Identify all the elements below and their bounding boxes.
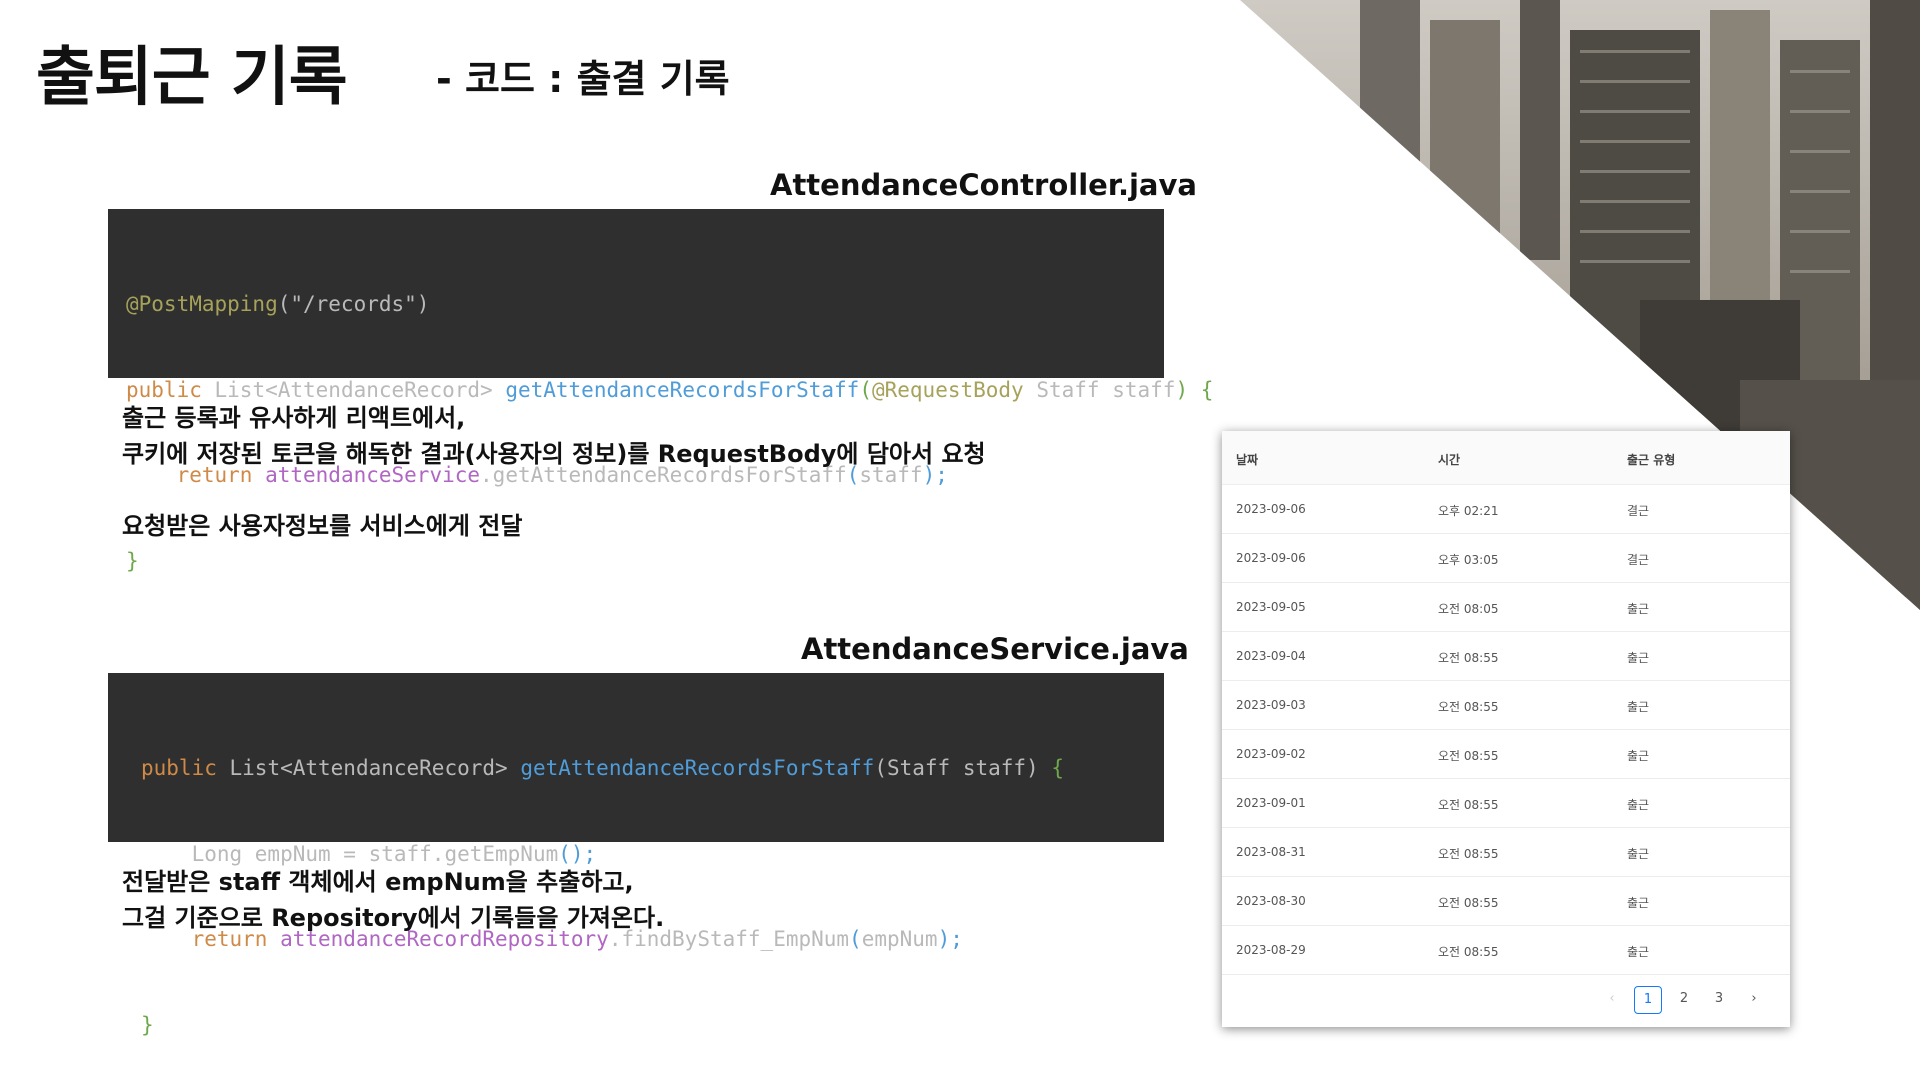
code-text: Long empNum = staff.getEmpNum: [191, 841, 559, 866]
table-row[interactable]: 2023-08-29 오전 08:55 출근: [1222, 925, 1790, 975]
desc-line: 그걸 기준으로 Repository에서 기록들을 가져온다.: [122, 904, 665, 932]
cell-type: 출근: [1627, 651, 1650, 665]
cell-type: 출근: [1627, 847, 1650, 861]
cell-date: 2023-09-06: [1236, 551, 1306, 565]
code-punctuation: (: [849, 927, 862, 951]
controller-filename: AttendanceController.java: [770, 168, 1197, 202]
cell-type: 출근: [1627, 602, 1650, 616]
code-param: Staff staff: [1036, 377, 1176, 402]
desc-line: 출근 등록과 유사하게 리액트에서,: [122, 404, 466, 432]
slide-subtitle: - 코드 : 출결 기록: [436, 57, 730, 101]
cell-time: 오전 08:55: [1438, 798, 1499, 812]
cell-date: 2023-08-30: [1236, 894, 1306, 908]
table-row[interactable]: 2023-09-03 오전 08:55 출근: [1222, 680, 1790, 730]
code-annotation: @RequestBody: [871, 377, 1037, 402]
pagination-page-2[interactable]: 2: [1670, 986, 1698, 1014]
code-arg: empNum: [861, 927, 938, 951]
cell-type: 결근: [1627, 504, 1650, 518]
header-date[interactable]: 날짜: [1236, 451, 1258, 468]
code-brace: }: [141, 1012, 154, 1037]
table-row[interactable]: 2023-08-31 오전 08:55 출근: [1222, 827, 1790, 877]
service-description: 전달받은 staff 객체에서 empNum을 추출하고, 그걸 기준으로 Re…: [122, 864, 664, 936]
table-row[interactable]: 2023-09-01 오전 08:55 출근: [1222, 778, 1790, 828]
cell-time: 오전 08:55: [1438, 651, 1499, 665]
cell-time: 오후 03:05: [1438, 553, 1499, 567]
cell-type: 출근: [1627, 945, 1650, 959]
code-brace: {: [1051, 756, 1064, 780]
code-method: getAttendanceRecordsForStaff: [520, 756, 875, 780]
header-type[interactable]: 출근 유형: [1627, 451, 1675, 468]
cell-time: 오전 08:05: [1438, 602, 1499, 616]
cell-time: 오전 08:55: [1438, 896, 1499, 910]
service-filename: AttendanceService.java: [801, 632, 1189, 666]
header-time[interactable]: 시간: [1438, 451, 1460, 468]
desc-line: [122, 472, 986, 508]
cell-type: 출근: [1627, 798, 1650, 812]
code-type: List<AttendanceRecord>: [229, 756, 521, 780]
code-annotation: @PostMapping: [126, 292, 278, 316]
pagination-page-1[interactable]: 1: [1634, 986, 1662, 1014]
pagination-next-icon[interactable]: ›: [1740, 986, 1768, 1014]
table-header: 날짜 시간 출근 유형: [1222, 431, 1790, 485]
cell-type: 출근: [1627, 700, 1650, 714]
code-punctuation: ): [1175, 377, 1201, 402]
cell-type: 출근: [1627, 749, 1650, 763]
cell-date: 2023-08-31: [1236, 845, 1306, 859]
cell-type: 결근: [1627, 553, 1650, 567]
code-brace: {: [1200, 377, 1214, 402]
cell-date: 2023-09-06: [1236, 502, 1306, 516]
table-row[interactable]: 2023-09-06 오후 02:21 결근: [1222, 484, 1790, 534]
cell-time: 오후 02:21: [1438, 504, 1499, 518]
code-keyword: public: [126, 377, 215, 402]
code-punctuation: (: [859, 377, 872, 402]
table-row[interactable]: 2023-09-02 오전 08:55 출근: [1222, 729, 1790, 779]
cell-date: 2023-09-04: [1236, 649, 1306, 663]
code-method: getAttendanceRecordsForStaff: [505, 377, 860, 402]
code-line-1: @PostMapping("/records"): [126, 290, 1164, 319]
attendance-table-panel: 날짜 시간 출근 유형 2023-09-06 오후 02:21 결근 2023-…: [1222, 431, 1790, 1027]
desc-line: 요청받은 사용자정보를 서비스에게 전달: [122, 512, 523, 540]
cell-time: 오전 08:55: [1438, 700, 1499, 714]
table-row[interactable]: 2023-09-05 오전 08:05 출근: [1222, 582, 1790, 632]
cell-time: 오전 08:55: [1438, 749, 1499, 763]
code-params: (Staff staff): [874, 756, 1052, 780]
code-punctuation: );: [937, 927, 963, 951]
code-text: ("/records"): [277, 292, 430, 316]
desc-line: 전달받은 staff 객체에서 empNum을 추출하고,: [122, 868, 634, 896]
code-type: List<AttendanceRecord>: [214, 377, 506, 402]
code-line-1: public List<AttendanceRecord> getAttenda…: [141, 754, 1164, 783]
cell-time: 오전 08:55: [1438, 847, 1499, 861]
pagination-page-3[interactable]: 3: [1705, 986, 1733, 1014]
cell-type: 출근: [1627, 896, 1650, 910]
code-brace: }: [126, 548, 139, 573]
pagination-prev-icon[interactable]: ‹: [1598, 986, 1626, 1014]
service-code-block: public List<AttendanceRecord> getAttenda…: [108, 673, 1164, 1037]
cell-date: 2023-09-05: [1236, 600, 1306, 614]
table-row[interactable]: 2023-08-30 오전 08:55 출근: [1222, 876, 1790, 926]
cell-date: 2023-08-29: [1236, 943, 1306, 957]
code-line-4: }: [126, 547, 1164, 576]
cell-date: 2023-09-01: [1236, 796, 1306, 810]
controller-description: 출근 등록과 유사하게 리액트에서, 쿠키에 저장된 토큰을 해독한 결과(사용…: [122, 400, 986, 544]
desc-line: 쿠키에 저장된 토큰을 해독한 결과(사용자의 정보)를 RequestBody…: [122, 440, 986, 468]
code-line-4: }: [141, 1011, 1164, 1040]
cell-date: 2023-09-02: [1236, 747, 1306, 761]
slide-title: 출퇴근 기록: [36, 41, 348, 115]
table-row[interactable]: 2023-09-04 오전 08:55 출근: [1222, 631, 1790, 681]
code-punctuation: ();: [558, 841, 597, 866]
pagination: ‹ 1 2 3 ›: [1590, 986, 1790, 1014]
table-row[interactable]: 2023-09-06 오후 03:05 결근: [1222, 533, 1790, 583]
controller-code-block: @PostMapping("/records") public List<Att…: [108, 209, 1213, 573]
cell-time: 오전 08:55: [1438, 945, 1499, 959]
code-keyword: public: [141, 756, 230, 780]
cell-date: 2023-09-03: [1236, 698, 1306, 712]
